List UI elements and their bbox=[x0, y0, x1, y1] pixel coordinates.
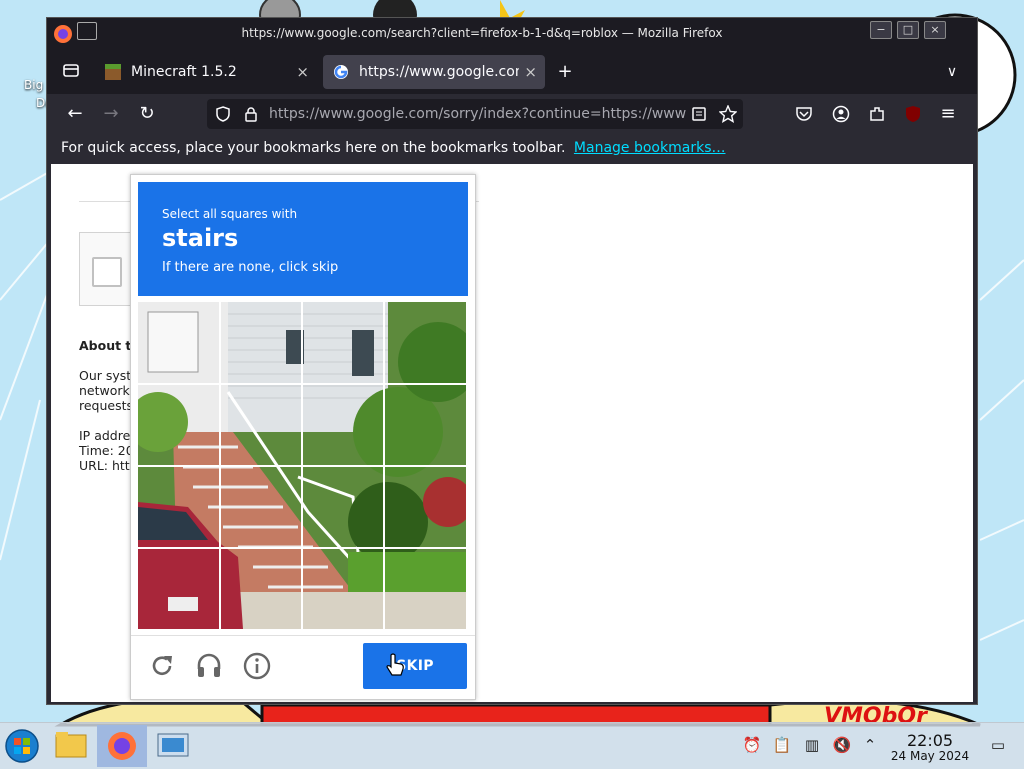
tab-google[interactable]: https://www.google.com/ × bbox=[323, 55, 545, 89]
app-menu-button[interactable]: ≡ bbox=[936, 102, 960, 126]
minecraft-icon bbox=[105, 64, 121, 80]
shield-icon[interactable] bbox=[215, 106, 231, 122]
pin-window-icon[interactable] bbox=[77, 22, 97, 40]
ip-address-line: IP addres bbox=[79, 428, 137, 443]
mouse-pointer-hand-icon bbox=[386, 653, 404, 676]
bookmark-star-icon[interactable] bbox=[719, 105, 737, 123]
captcha-image-grid[interactable] bbox=[138, 302, 466, 629]
lock-icon[interactable] bbox=[243, 106, 259, 122]
ublock-origin-icon[interactable] bbox=[904, 105, 922, 123]
firefox-view-icon[interactable] bbox=[59, 60, 83, 84]
tab-strip: Minecraft 1.5.2 × https://www.google.com… bbox=[47, 50, 977, 94]
about-text-line: network, bbox=[79, 383, 134, 398]
maximize-button[interactable]: □ bbox=[897, 21, 919, 39]
audio-challenge-icon[interactable] bbox=[194, 651, 224, 681]
info-icon[interactable] bbox=[242, 651, 272, 681]
skip-button[interactable]: SKIP bbox=[363, 643, 467, 689]
page-content: About th Our syste network, requests IP … bbox=[51, 164, 973, 702]
tab-label: Minecraft 1.5.2 bbox=[131, 64, 237, 80]
clipboard-icon[interactable]: 📋 bbox=[772, 735, 792, 755]
close-window-button[interactable]: × bbox=[924, 21, 946, 39]
captcha-hint: If there are none, click skip bbox=[162, 260, 339, 275]
volume-muted-icon[interactable]: 🔇 bbox=[832, 735, 852, 755]
back-button[interactable]: ← bbox=[63, 102, 87, 126]
window-title: https://www.google.com/search?client=fir… bbox=[241, 26, 723, 40]
google-icon bbox=[334, 65, 348, 79]
about-text-line: requests bbox=[79, 398, 134, 413]
manage-bookmarks-link[interactable]: Manage bookmarks… bbox=[574, 140, 726, 156]
url-line: URL: http bbox=[79, 458, 138, 473]
captcha-challenge: Select all squares with stairs If there … bbox=[130, 174, 476, 700]
clock-date[interactable]: 24 May 2024 bbox=[889, 749, 971, 763]
firefox-icon bbox=[54, 25, 72, 43]
new-tab-button[interactable]: + bbox=[553, 60, 577, 84]
desktop-icon-label[interactable]: Big bbox=[24, 78, 43, 92]
clock-time[interactable]: 22:05 bbox=[907, 731, 953, 750]
forward-button[interactable]: → bbox=[99, 102, 123, 126]
list-all-tabs-button[interactable]: ∨ bbox=[940, 60, 964, 84]
recaptcha-checkbox[interactable] bbox=[92, 257, 122, 287]
firefox-taskbar-icon[interactable] bbox=[97, 725, 147, 767]
pocket-icon[interactable] bbox=[795, 105, 813, 123]
firefox-window: https://www.google.com/search?client=fir… bbox=[46, 17, 978, 705]
close-tab-icon[interactable]: × bbox=[296, 55, 309, 89]
captcha-header: Select all squares with stairs If there … bbox=[138, 182, 468, 296]
captcha-footer: SKIP bbox=[131, 635, 475, 700]
reader-view-icon[interactable] bbox=[691, 106, 707, 122]
notifications-icon[interactable]: ⏰ bbox=[742, 735, 762, 755]
url-bar[interactable]: https://www.google.com/sorry/index?conti… bbox=[207, 99, 743, 129]
minimize-button[interactable]: − bbox=[870, 21, 892, 39]
url-text[interactable]: https://www.google.com/sorry/index?conti… bbox=[269, 106, 689, 122]
bookmarks-hint-text: For quick access, place your bookmarks h… bbox=[61, 140, 566, 156]
taskbar: ⏰ 📋 ▥ 🔇 ⌃ 22:05 24 May 2024 ▭ bbox=[0, 722, 1024, 769]
show-hidden-icons-chevron-up-icon[interactable]: ⌃ bbox=[860, 735, 880, 755]
captcha-target-word: stairs bbox=[162, 224, 239, 252]
navigation-toolbar: ← → ↻ https://www.google.com/sorry/index… bbox=[47, 94, 977, 134]
account-icon[interactable] bbox=[832, 105, 850, 123]
reload-challenge-icon[interactable] bbox=[147, 651, 177, 681]
window-titlebar[interactable]: https://www.google.com/search?client=fir… bbox=[47, 18, 977, 50]
reload-button[interactable]: ↻ bbox=[135, 102, 159, 126]
captcha-instruction: Select all squares with bbox=[162, 207, 298, 221]
file-manager-icon[interactable] bbox=[48, 725, 94, 767]
tab-minecraft[interactable]: Minecraft 1.5.2 × bbox=[95, 55, 317, 89]
tab-label: https://www.google.com/ bbox=[359, 64, 519, 80]
extensions-icon[interactable] bbox=[868, 105, 886, 123]
system-settings-icon[interactable] bbox=[150, 725, 196, 767]
bookmarks-toolbar: For quick access, place your bookmarks h… bbox=[47, 134, 977, 164]
close-tab-icon[interactable]: × bbox=[524, 55, 537, 89]
battery-icon[interactable]: ▥ bbox=[802, 735, 822, 755]
time-line: Time: 20 bbox=[79, 443, 134, 458]
start-menu-icon[interactable] bbox=[0, 725, 46, 767]
show-desktop-icon[interactable]: ▭ bbox=[988, 735, 1008, 755]
